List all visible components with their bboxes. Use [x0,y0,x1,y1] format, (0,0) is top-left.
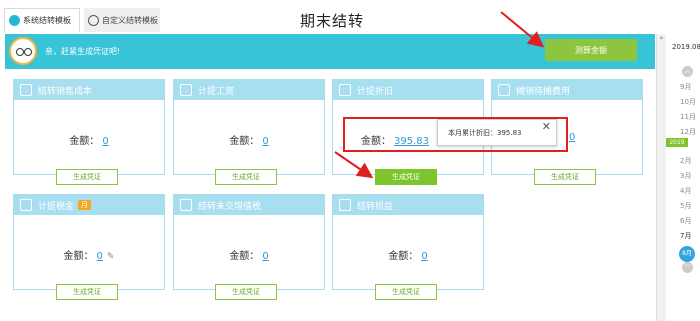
calendar-month[interactable]: 10月 [680,97,696,107]
calendar-month[interactable]: 12月 [680,127,696,137]
arrow-to-generate [334,151,374,179]
calendar-month[interactable]: 5月 [680,201,691,211]
calendar-month[interactable]: 7月 [680,231,691,241]
annotation-arrows [334,11,545,179]
chevron-down-icon[interactable]: ﹀ [682,262,693,273]
calendar-year-label: 2019.08 [672,43,700,51]
calendar-month[interactable]: 4月 [680,186,691,196]
chevron-up-icon[interactable]: ︿ [682,66,693,77]
calendar-month[interactable]: 3月 [680,171,691,181]
calendar-month-selected[interactable]: 8月 [679,246,695,262]
arrow-to-calculate [500,11,545,48]
calendar-month[interactable]: 11月 [680,112,696,122]
year-badge: 2019 [666,138,688,147]
calendar-month[interactable]: 9月 [680,82,691,92]
calendar-month[interactable]: 2月 [680,156,691,166]
collapse-toggle[interactable]: » [656,34,666,321]
calendar-month[interactable]: 6月 [680,216,691,226]
